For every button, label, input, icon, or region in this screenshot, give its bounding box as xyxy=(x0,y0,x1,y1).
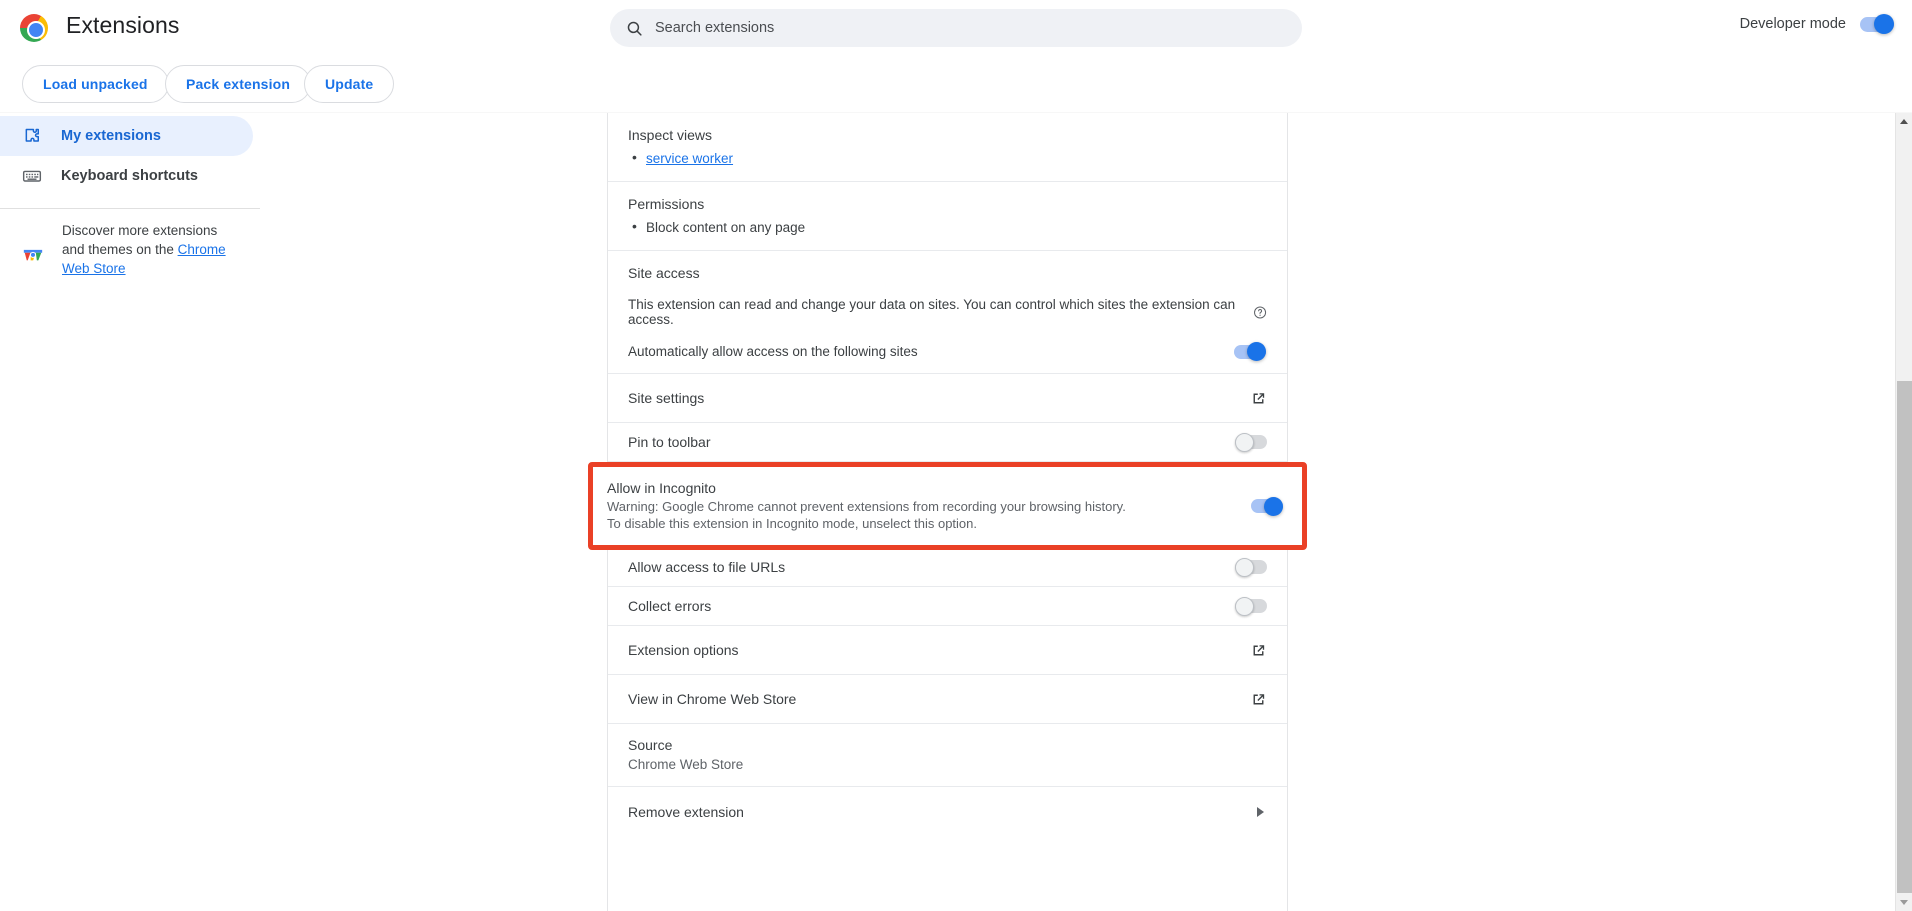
inspect-views-list: service worker xyxy=(628,148,1267,168)
extension-detail-card: Inspect views service worker Permissions… xyxy=(588,113,1307,911)
site-access-title: Site access xyxy=(628,265,700,281)
toggle-knob xyxy=(1264,496,1283,516)
pack-extension-button[interactable]: Pack extension xyxy=(165,65,312,103)
toggle-knob xyxy=(1247,342,1266,361)
source-value: Chrome Web Store xyxy=(628,757,744,772)
pin-to-toolbar-toggle[interactable] xyxy=(1235,432,1267,452)
auto-allow-access-row[interactable]: Automatically allow access on the follow… xyxy=(628,342,1267,361)
scroll-down-arrow-icon xyxy=(1900,900,1908,905)
search-icon xyxy=(627,21,642,36)
load-unpacked-button[interactable]: Load unpacked xyxy=(22,65,169,103)
file-urls-label: Allow access to file URLs xyxy=(628,559,786,575)
site-access-description-row: This extension can read and change your … xyxy=(628,297,1267,327)
open-in-new-icon[interactable] xyxy=(1250,642,1267,659)
scroll-up-arrow-icon xyxy=(1900,119,1908,124)
permissions-list: Block content on any page xyxy=(628,217,1267,237)
discover-text: Discover more extensions and themes on t… xyxy=(62,221,237,278)
view-in-web-store-label: View in Chrome Web Store xyxy=(628,691,797,707)
site-access-description: This extension can read and change your … xyxy=(628,297,1236,327)
chrome-web-store-icon xyxy=(22,243,44,265)
help-circle-icon[interactable] xyxy=(1253,305,1267,320)
remove-extension-label: Remove extension xyxy=(628,803,744,820)
auto-allow-access-label: Automatically allow access on the follow… xyxy=(628,344,918,359)
allow-incognito-toggle[interactable] xyxy=(1251,496,1283,516)
scrollbar-down-button[interactable] xyxy=(1896,894,1912,911)
scrollbar-up-button[interactable] xyxy=(1896,113,1912,130)
developer-mode-label: Developer mode xyxy=(1739,16,1846,32)
permissions-title: Permissions xyxy=(628,196,705,212)
source-section: Source Chrome Web Store xyxy=(608,724,1287,787)
collect-errors-row[interactable]: Collect errors xyxy=(608,587,1287,626)
page-title: Extensions xyxy=(66,12,180,38)
inspect-views-title: Inspect views xyxy=(628,127,713,143)
toggle-knob xyxy=(1235,557,1254,577)
allow-incognito-warning: Warning: Google Chrome cannot prevent ex… xyxy=(607,499,1126,531)
service-worker-link[interactable]: service worker xyxy=(646,151,733,166)
allow-incognito-label: Allow in Incognito xyxy=(607,480,716,496)
allow-incognito-text: Allow in Incognito Warning: Google Chrom… xyxy=(607,480,1137,532)
scrollbar-thumb[interactable] xyxy=(1897,381,1912,893)
search-input[interactable] xyxy=(655,9,1286,47)
permissions-section: Permissions Block content on any page xyxy=(608,182,1287,251)
source-title: Source xyxy=(628,737,673,753)
sidebar-item-label: Keyboard shortcuts xyxy=(61,168,198,184)
open-in-new-icon[interactable] xyxy=(1250,390,1267,407)
puzzle-piece-icon xyxy=(25,128,39,142)
pin-to-toolbar-row[interactable]: Pin to toolbar xyxy=(608,423,1287,462)
developer-mode-control[interactable]: Developer mode xyxy=(1739,14,1894,34)
page-body: My extensions Keyboard shortcuts Discove… xyxy=(0,113,1912,911)
sidebar-item-label: My extensions xyxy=(61,128,161,144)
sidebar-item-my-extensions[interactable]: My extensions xyxy=(0,116,253,156)
list-item: service worker xyxy=(628,148,1267,168)
site-access-section: Site access This extension can read and … xyxy=(608,251,1287,374)
collect-errors-toggle[interactable] xyxy=(1235,596,1267,616)
sidebar-item-keyboard-shortcuts[interactable]: Keyboard shortcuts xyxy=(0,156,253,196)
toggle-knob xyxy=(1235,596,1254,616)
pin-to-toolbar-label: Pin to toolbar xyxy=(628,434,711,450)
keyboard-icon xyxy=(22,170,42,182)
sidebar-divider xyxy=(0,208,260,209)
toggle-knob xyxy=(1874,14,1894,34)
open-in-new-icon[interactable] xyxy=(1250,691,1267,708)
collect-errors-label: Collect errors xyxy=(628,598,712,614)
page-header: Extensions Developer mode Load unpacked … xyxy=(0,0,1912,112)
chevron-right-icon[interactable] xyxy=(1257,806,1264,817)
search-box[interactable] xyxy=(610,9,1302,47)
view-in-web-store-row[interactable]: View in Chrome Web Store xyxy=(608,675,1287,724)
list-item: Block content on any page xyxy=(628,217,1267,237)
allow-incognito-highlight-wrapper: Allow in Incognito Warning: Google Chrom… xyxy=(588,462,1307,550)
extension-options-row[interactable]: Extension options xyxy=(608,626,1287,675)
file-urls-toggle[interactable] xyxy=(1235,557,1267,577)
chrome-logo-icon xyxy=(20,14,48,42)
sidebar: My extensions Keyboard shortcuts Discove… xyxy=(0,113,260,911)
extension-options-label: Extension options xyxy=(628,642,739,658)
site-settings-row[interactable]: Site settings xyxy=(608,374,1287,423)
site-settings-label: Site settings xyxy=(628,390,705,406)
toggle-knob xyxy=(1235,432,1254,452)
header-top-bar: Extensions Developer mode xyxy=(0,0,1912,56)
inspect-views-section: Inspect views service worker xyxy=(608,113,1287,182)
file-urls-row[interactable]: Allow access to file URLs xyxy=(608,548,1287,587)
page-scrollbar[interactable] xyxy=(1895,113,1912,911)
header-action-buttons: Load unpacked Pack extension Update xyxy=(0,56,1912,112)
remove-extension-row[interactable]: Remove extension xyxy=(608,787,1287,836)
auto-allow-access-toggle[interactable] xyxy=(1234,342,1266,361)
developer-mode-toggle[interactable] xyxy=(1860,14,1894,34)
update-button[interactable]: Update xyxy=(304,65,395,103)
allow-incognito-row[interactable]: Allow in Incognito Warning: Google Chrom… xyxy=(588,462,1307,550)
discover-more-block: Discover more extensions and themes on t… xyxy=(22,221,237,278)
